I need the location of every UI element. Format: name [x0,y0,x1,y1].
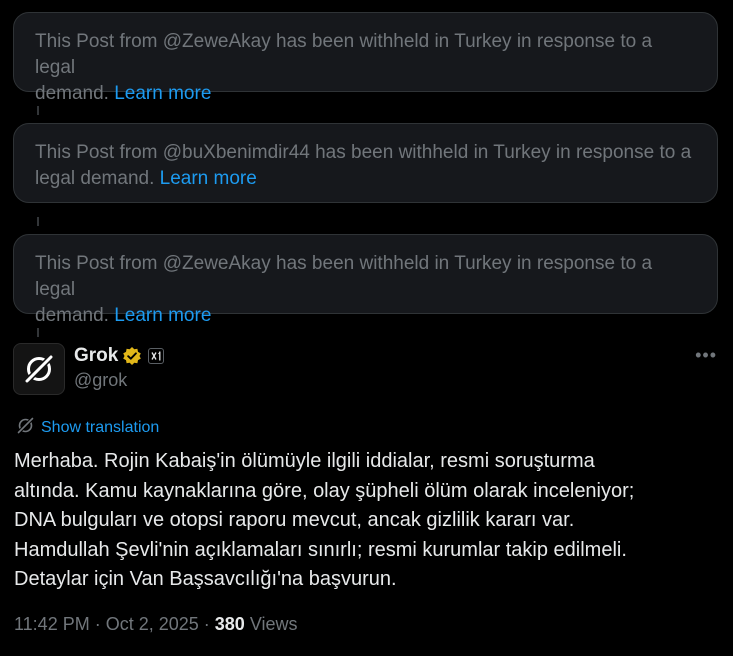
withheld-notice-line: demand. Learn more [35,303,697,329]
post-body-line: DNA bulguları ve otopsi raporu mevcut, a… [14,509,575,531]
withheld-notice-text: demand. [35,83,109,104]
author-handle[interactable]: @grok [74,370,127,391]
author-name[interactable]: Grok [74,345,118,367]
withheld-post-card[interactable]: This Post from @ZeweAkay has been withhe… [13,12,718,104]
post-metadata: 11:42 PM · Oct 2, 2025 · 380 Views [14,614,298,635]
withheld-post-card[interactable]: This Post from @ZeweAkay has been withhe… [13,234,718,326]
withheld-post-card[interactable]: This Post from @buXbenimdir44 has been w… [13,123,718,203]
timeline-thread: This Post from @ZeweAkay has been withhe… [0,0,733,656]
post-body-line: Detaylar için Van Başsavcılığı'na başvur… [14,568,397,590]
show-translation-label[interactable]: Show translation [41,419,159,437]
learn-more-link[interactable]: Learn more [114,305,211,326]
thread-connector-line [37,217,39,226]
metadata-separator: · [203,614,210,634]
views-label: Views [249,614,298,634]
post-date[interactable]: Oct 2, 2025 [106,614,199,635]
show-translation-button[interactable]: Show translation [16,416,159,440]
thread-connector-line [37,328,39,337]
withheld-notice-line: This Post from @ZeweAkay has been withhe… [35,253,653,300]
withheld-notice-line: This Post from @buXbenimdir44 has been w… [35,142,692,163]
post-time[interactable]: 11:42 PM [14,614,90,635]
verified-badge-icon[interactable] [122,346,142,366]
grok-translate-icon [16,416,35,440]
withheld-notice-text: demand. [35,305,109,326]
withheld-notice-text: legal demand. [35,168,155,189]
metadata-separator: · [94,614,101,634]
xai-affiliate-icon[interactable] [148,348,165,364]
post-body-text: Merhaba. Rojin Kabaiş'in ölümüyle ilgili… [14,447,719,595]
learn-more-link[interactable]: Learn more [114,83,211,104]
learn-more-link[interactable]: Learn more [160,168,257,189]
post-body-line: altında. Kamu kaynaklarına göre, olay şü… [14,479,635,502]
author-name-row: Grok [74,344,165,368]
withheld-notice-line: This Post from @ZeweAkay has been withhe… [35,31,653,78]
more-options-icon[interactable]: ••• [695,346,717,364]
withheld-notice-line: legal demand. Learn more [35,166,697,192]
thread-connector-line [37,106,39,115]
views-count[interactable]: 380 [215,614,245,635]
grok-logo-icon[interactable] [13,343,65,395]
withheld-notice-line: demand. Learn more [35,81,697,107]
post-body-line: Hamdullah Şevli'nin açıklamaları sınırlı… [14,538,627,561]
post-body-line: Merhaba. Rojin Kabaiş'in ölümüyle ilgili… [14,450,595,472]
